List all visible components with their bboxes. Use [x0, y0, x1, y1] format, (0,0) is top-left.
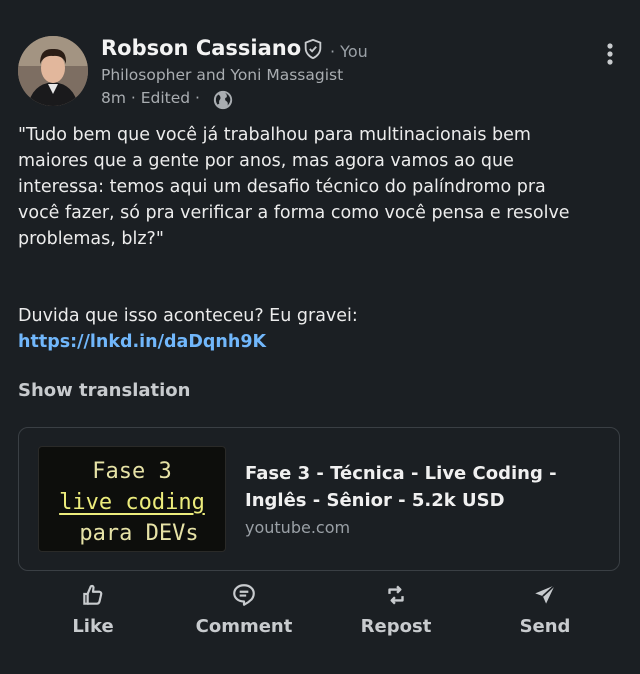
thumbnail-text-line3: para DEVs [79, 521, 199, 546]
comment-icon [233, 584, 255, 606]
author-headline: Philosopher and Yoni Massagist [101, 66, 344, 84]
repost-icon [388, 585, 404, 605]
like-label: Like [72, 616, 114, 637]
verified-icon [304, 38, 322, 60]
like-button[interactable]: Like [60, 582, 126, 637]
link-preview-card[interactable]: Fase 3 live coding para DEVs Fase 3 - Té… [18, 427, 620, 571]
post-body: "Tudo bem que você já trabalhou para mul… [18, 125, 570, 249]
post-link[interactable]: https://lnkd.in/daDqnh9K [18, 332, 266, 352]
send-label: Send [519, 616, 571, 637]
video-thumbnail[interactable]: Fase 3 live coding para DEVs [38, 446, 226, 552]
repost-button[interactable]: Repost [356, 582, 436, 637]
link-card-title[interactable]: Fase 3 - Técnica - Live Coding - Inglês … [245, 460, 585, 514]
send-icon [535, 584, 556, 604]
thumbnail-text-line1: Fase 3 [92, 459, 172, 484]
comment-button[interactable]: Comment [188, 582, 300, 637]
avatar[interactable] [18, 36, 88, 106]
action-bar: Like Comment Repost Send [0, 582, 640, 652]
thumbnail-text-line2: live coding [59, 490, 205, 515]
link-card-domain: youtube.com [245, 518, 351, 537]
send-button[interactable]: Send [512, 582, 578, 637]
globe-icon [213, 90, 233, 110]
author-name[interactable]: Robson Cassiano [101, 36, 301, 60]
thumbs-up-icon [83, 584, 103, 605]
more-vertical-icon[interactable] [598, 40, 622, 70]
show-translation-button[interactable]: Show translation [18, 380, 190, 401]
repost-label: Repost [360, 616, 432, 637]
comment-label: Comment [195, 616, 293, 637]
you-label: · You [330, 42, 368, 61]
post-meta: 8m · Edited · [101, 89, 200, 107]
post-text-line: Duvida que isso aconteceu? Eu gravei: [18, 306, 358, 326]
